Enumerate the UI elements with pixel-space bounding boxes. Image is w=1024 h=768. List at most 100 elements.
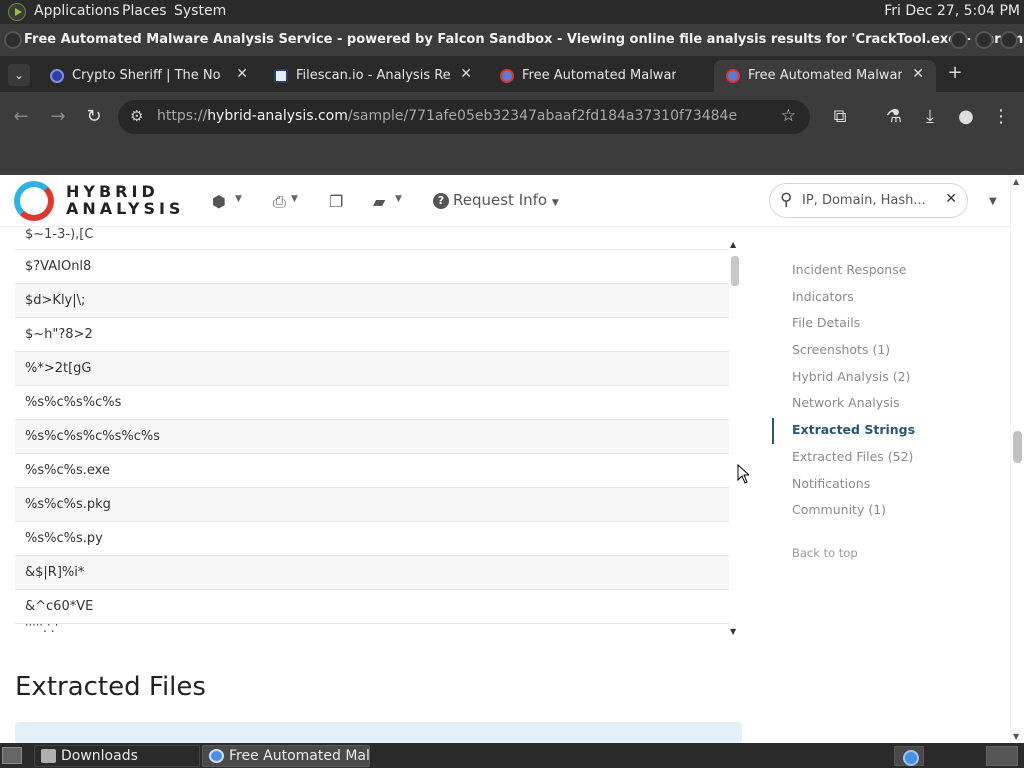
scroll-up-arrow-icon[interactable]: ▲ <box>1013 177 1019 186</box>
scrollbar-thumb[interactable] <box>1013 431 1022 463</box>
folder-icon <box>41 749 56 763</box>
close-window-icon[interactable] <box>1000 31 1018 49</box>
nav-network-analysis[interactable]: Network Analysis <box>772 393 1002 420</box>
string-row: $~h"?8>2 <box>15 318 729 352</box>
string-row-partial: $~1-3-),[C <box>15 228 729 250</box>
site-header: HYBRID ANALYSIS ⬢ ▼ ⎙ ▼ ❐ ▰ ▼ ? Request I… <box>0 175 1010 227</box>
profile-icon[interactable]: ● <box>955 106 977 127</box>
nav-notifications[interactable]: Notifications <box>772 474 1002 501</box>
nav-extracted-files[interactable]: Extracted Files (52) <box>772 447 1002 474</box>
bookmark-star-icon[interactable]: ☆ <box>781 106 796 126</box>
string-row: &^c60*VE <box>15 590 729 624</box>
tab-label: Crypto Sheriff | The No More Ransom Proj… <box>72 68 226 83</box>
close-tab-icon[interactable]: ✕ <box>460 66 472 82</box>
mouse-cursor-icon <box>737 464 749 484</box>
strings-scrollbar[interactable]: ▲ ▼ <box>729 240 741 636</box>
chevron-down-icon[interactable]: ▼ <box>235 194 242 204</box>
site-info-icon[interactable]: ⚙ <box>130 107 143 125</box>
tab-filescan[interactable]: Filescan.io - Analysis Report ✕ <box>262 60 484 92</box>
nav-file-details[interactable]: File Details <box>772 313 1002 340</box>
maximize-icon[interactable] <box>975 31 993 49</box>
hybrid-analysis-favicon-icon <box>726 69 740 83</box>
nav-extracted-strings[interactable]: Extracted Strings <box>772 418 1002 447</box>
back-arrow-icon[interactable]: ← <box>10 106 32 127</box>
places-menu[interactable]: Places <box>122 3 167 19</box>
workspace-switcher[interactable] <box>986 746 1018 766</box>
address-bar[interactable]: ⚙ https://hybrid-analysis.com/sample/771… <box>118 100 810 134</box>
folder-menu-icon[interactable]: ▰ <box>373 192 385 211</box>
system-menu[interactable]: System <box>174 3 226 19</box>
tab-hybrid-analysis-active[interactable]: Free Automated Malware Analysis ✕ <box>714 60 936 92</box>
top-panel: Applications Places System Fri Dec 27, 5… <box>0 0 1024 24</box>
forward-arrow-icon[interactable]: → <box>47 106 69 127</box>
request-info-menu[interactable]: ? Request Info ▼ <box>433 191 559 209</box>
scrollbar-thumb[interactable] <box>731 256 739 286</box>
string-row: %s%c%s%c%s%c%s <box>15 420 729 454</box>
extensions-puzzle-icon[interactable]: ⧉ <box>829 106 851 127</box>
task-downloads[interactable]: Downloads <box>34 745 200 767</box>
tab-search-chevron-icon[interactable]: ⌄ <box>8 64 30 86</box>
bookmark-bar <box>0 142 1024 175</box>
scroll-down-arrow-icon[interactable]: ▼ <box>1013 732 1019 741</box>
taskbar: Downloads Free Automated Mal... <box>0 743 1024 768</box>
chevron-down-icon[interactable]: ▼ <box>291 194 298 204</box>
browser-toolbar: ← → ↻ ⚙ https://hybrid-analysis.com/samp… <box>0 92 1024 142</box>
applications-icon[interactable] <box>8 3 26 21</box>
tab-label: Free Automated Malware Analysis <box>748 68 902 83</box>
search-input[interactable]: IP, Domain, Hash... <box>802 193 926 208</box>
nav-hybrid-analysis[interactable]: Hybrid Analysis (2) <box>772 367 1002 394</box>
labs-flask-icon[interactable]: ⚗ <box>883 106 905 127</box>
window-title-bar: Free Automated Malware Analysis Service … <box>0 24 1024 56</box>
extracted-files-panel <box>15 722 742 744</box>
string-row: %*>2t[gG <box>15 352 729 386</box>
search-options-chevron-icon[interactable]: ▼ <box>989 196 997 207</box>
nav-screenshots[interactable]: Screenshots (1) <box>772 340 1002 367</box>
nav-indicators[interactable]: Indicators <box>772 287 1002 314</box>
string-row: $d>Kly|\; <box>15 284 729 318</box>
site-search-box[interactable]: ⚲ IP, Domain, Hash... ✕ <box>769 183 968 218</box>
chromium-icon <box>209 749 224 763</box>
question-circle-icon: ? <box>433 193 449 209</box>
tray-chromium-icon[interactable] <box>894 746 924 766</box>
close-tab-icon[interactable]: ✕ <box>912 66 924 82</box>
chevron-down-icon[interactable]: ▼ <box>395 194 402 204</box>
back-to-top-link[interactable]: Back to top <box>792 546 858 560</box>
string-row: $?VAIOnl8 <box>15 250 729 284</box>
string-rows: $?VAIOnl8 $d>Kly|\; $~h"?8>2 %*>2t[gG %s… <box>15 250 729 624</box>
tab-label: Filescan.io - Analysis Report <box>296 68 450 83</box>
nav-community[interactable]: Community (1) <box>772 500 1002 527</box>
tab-crypto-sheriff[interactable]: Crypto Sheriff | The No More Ransom Proj… <box>38 60 260 92</box>
scroll-up-arrow-icon[interactable]: ▲ <box>730 240 736 249</box>
minimize-icon[interactable] <box>950 31 968 49</box>
filescan-favicon-icon <box>274 69 288 83</box>
show-desktop-icon[interactable] <box>2 747 22 764</box>
tab-label: Free Automated Malware Analysis <box>522 68 676 83</box>
section-nav: Incident Response Indicators File Detail… <box>772 260 1002 527</box>
new-tab-plus-icon[interactable]: + <box>944 62 966 83</box>
page-scrollbar[interactable]: ▲ ▼ <box>1010 175 1024 743</box>
site-logo-text[interactable]: HYBRID ANALYSIS <box>66 183 184 217</box>
cube-menu-icon[interactable]: ⬢ <box>212 192 226 211</box>
reload-icon[interactable]: ↻ <box>83 106 105 127</box>
string-row-partial: '''''.'.' <box>25 624 59 636</box>
string-row: &$|R]%i* <box>15 556 729 590</box>
extracted-strings-list[interactable]: $~1-3-),[C $?VAIOnl8 $d>Kly|\; $~h"?8>2 … <box>15 228 729 637</box>
string-row: %s%c%s%c%s <box>15 386 729 420</box>
scroll-down-arrow-icon[interactable]: ▼ <box>730 627 736 636</box>
clear-search-icon[interactable]: ✕ <box>945 191 957 207</box>
window-title: Free Automated Malware Analysis Service … <box>24 32 1024 47</box>
applications-menu[interactable]: Applications <box>34 3 120 19</box>
clock[interactable]: Fri Dec 27, 5:04 PM <box>884 3 1020 19</box>
string-row: %s%c%s.py <box>15 522 729 556</box>
copy-icon[interactable]: ❐ <box>329 192 343 211</box>
hybrid-analysis-logo-icon[interactable] <box>14 181 54 221</box>
tab-hybrid-analysis-1[interactable]: Free Automated Malware Analysis <box>488 60 710 92</box>
hybrid-analysis-favicon-icon <box>500 69 514 83</box>
task-chromium[interactable]: Free Automated Mal... <box>202 745 370 767</box>
downloads-icon[interactable]: ⤓ <box>919 106 941 127</box>
chrome-menu-icon[interactable]: ⋮ <box>990 106 1012 127</box>
file-upload-menu-icon[interactable]: ⎙ <box>273 192 286 212</box>
url-text[interactable]: https://hybrid-analysis.com/sample/771af… <box>157 108 737 124</box>
close-tab-icon[interactable]: ✕ <box>236 66 248 82</box>
nav-incident-response[interactable]: Incident Response <box>772 260 1002 287</box>
